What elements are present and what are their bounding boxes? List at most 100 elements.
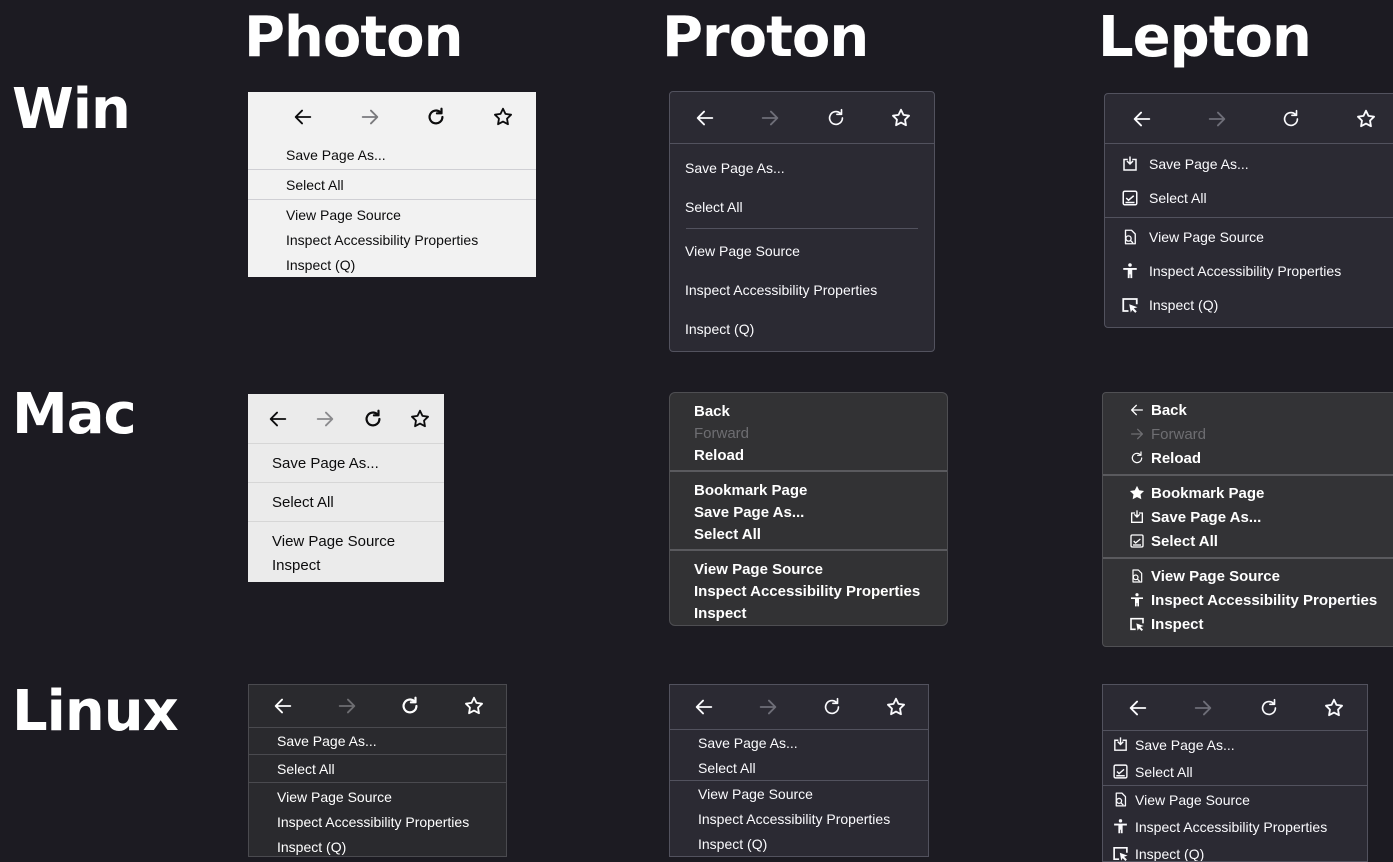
menu-item-save-page[interactable]: Save Page As... <box>1103 731 1367 758</box>
menu-item-inspect[interactable]: Inspect (Q) <box>248 252 536 277</box>
menu-item-inspect-accessibility[interactable]: Inspect Accessibility Properties <box>1105 254 1393 288</box>
forward-arrow-icon <box>1192 697 1214 719</box>
reload-button[interactable] <box>403 97 470 137</box>
reload-button[interactable] <box>379 687 443 725</box>
proton-linux-menu: Save Page As... Select All View Page Sou… <box>669 684 929 857</box>
menu-item-view-source[interactable]: View Page Source <box>670 231 934 270</box>
menu-group-page: Bookmark Page Save Page As... Select All <box>670 472 947 549</box>
menu-item-select-all[interactable]: Select All <box>249 756 506 781</box>
bookmark-button[interactable] <box>442 687 506 725</box>
menu-item-inspect[interactable]: Inspect (Q) <box>249 834 506 856</box>
menu-item-view-source[interactable]: View Page Source <box>670 558 947 580</box>
select-all-icon <box>1121 189 1139 207</box>
menu-item-view-source[interactable]: View Page Source <box>248 529 444 553</box>
reload-button[interactable] <box>803 98 869 138</box>
nav-bar <box>1103 685 1367 731</box>
menu-item-label: View Page Source <box>1151 567 1280 585</box>
menu-item-view-source[interactable]: View Page Source <box>248 202 536 227</box>
reload-icon <box>1258 697 1280 719</box>
menu-item-select-all[interactable]: Select All <box>1103 529 1393 553</box>
reload-icon <box>362 408 384 430</box>
menu-separator <box>248 169 536 170</box>
bookmark-button[interactable] <box>470 97 537 137</box>
menu-item-inspect[interactable]: Inspect (Q) <box>1105 288 1393 322</box>
menu-item-select-all[interactable]: Select All <box>670 755 928 780</box>
menu-item-save-page[interactable]: Save Page As... <box>670 148 934 187</box>
bookmark-button[interactable] <box>397 399 445 439</box>
menu-item-inspect-accessibility[interactable]: Inspect Accessibility Properties <box>670 580 947 602</box>
menu-item-inspect[interactable]: Inspect <box>1103 612 1393 636</box>
menu-item-reload[interactable]: Reload <box>670 444 947 466</box>
menu-item-forward: Forward <box>694 424 750 442</box>
menu-item-view-source[interactable]: View Page Source <box>249 784 506 809</box>
menu-item-back[interactable]: Back <box>670 400 947 422</box>
menu-item-save-page[interactable]: Save Page As... <box>249 728 506 753</box>
back-button[interactable] <box>270 97 337 137</box>
bookmark-button[interactable] <box>869 98 935 138</box>
menu-item-inspect[interactable]: Inspect (Q) <box>670 831 928 856</box>
forward-button[interactable] <box>302 399 350 439</box>
menu-item-bookmark[interactable]: Bookmark Page <box>670 479 947 501</box>
menu-item-save-page[interactable]: Save Page As... <box>248 451 444 475</box>
bookmark-button[interactable] <box>1329 99 1393 139</box>
menu-item-select-all[interactable]: Select All <box>670 523 947 545</box>
menu-item-inspect-accessibility[interactable]: Inspect Accessibility Properties <box>248 227 536 252</box>
menu-separator <box>248 521 444 522</box>
reload-button[interactable] <box>349 399 397 439</box>
reload-button[interactable] <box>1254 99 1329 139</box>
forward-button[interactable] <box>1171 689 1237 727</box>
menu-item-save-page[interactable]: Save Page As... <box>1105 147 1393 181</box>
menu-item-select-all[interactable]: Select All <box>670 187 934 226</box>
menu-item-inspect-accessibility[interactable]: Inspect Accessibility Properties <box>249 809 506 834</box>
forward-arrow-icon <box>314 408 336 430</box>
menu-item-label: Bookmark Page <box>1151 484 1265 502</box>
menu-item-reload[interactable]: Reload <box>1103 446 1393 470</box>
menu-item-inspect[interactable]: Inspect (Q) <box>670 309 934 348</box>
menu-item-view-source[interactable]: View Page Source <box>1103 786 1367 813</box>
menu-item-inspect-accessibility[interactable]: Inspect Accessibility Properties <box>670 270 934 309</box>
back-button[interactable] <box>251 687 315 725</box>
menu-item-view-source[interactable]: View Page Source <box>670 781 928 806</box>
menu-item-inspect-accessibility[interactable]: Inspect Accessibility Properties <box>1103 813 1367 840</box>
menu-item-inspect-accessibility[interactable]: Inspect Accessibility Properties <box>1103 588 1393 612</box>
inspect-icon <box>1121 296 1139 314</box>
menu-item-save-page[interactable]: Save Page As... <box>1103 505 1393 529</box>
menu-item-inspect[interactable]: Inspect (Q) <box>1103 840 1367 862</box>
forward-button[interactable] <box>337 97 404 137</box>
menu-item-back[interactable]: Back <box>1103 398 1393 422</box>
reload-icon <box>825 107 847 129</box>
forward-button[interactable] <box>1180 99 1255 139</box>
back-button[interactable] <box>672 98 738 138</box>
menu-item-select-all[interactable]: Select All <box>1105 181 1393 215</box>
menu-item-select-all[interactable]: Select All <box>248 172 536 197</box>
menu-item-view-source[interactable]: View Page Source <box>1105 220 1393 254</box>
menu-item-forward: Forward <box>1103 422 1393 446</box>
forward-button[interactable] <box>738 98 804 138</box>
reload-button[interactable] <box>800 688 864 726</box>
menu-separator <box>1105 217 1393 218</box>
menu-item-label: Reload <box>1151 449 1202 467</box>
star-icon <box>492 106 514 128</box>
forward-button[interactable] <box>315 687 379 725</box>
menu-item-save-page[interactable]: Save Page As... <box>670 501 947 523</box>
menu-item-view-source[interactable]: View Page Source <box>1103 564 1393 588</box>
back-button[interactable] <box>1105 689 1171 727</box>
menu-item-save-page[interactable]: Save Page As... <box>248 142 536 167</box>
bookmark-button[interactable] <box>1302 689 1368 727</box>
back-button[interactable] <box>254 399 302 439</box>
menu-item-label: Inspect (Q) <box>1135 845 1205 862</box>
menu-item-inspect-accessibility[interactable]: Inspect Accessibility Properties <box>670 806 928 831</box>
forward-button[interactable] <box>736 688 800 726</box>
menu-item-save-page[interactable]: Save Page As... <box>670 730 928 755</box>
menu-item-select-all[interactable]: Select All <box>248 490 444 514</box>
menu-item-inspect[interactable]: Inspect <box>670 602 947 624</box>
menu-item-bookmark[interactable]: Bookmark Page <box>1103 481 1393 505</box>
back-arrow-icon <box>272 695 294 717</box>
bookmark-button[interactable] <box>864 688 928 726</box>
reload-button[interactable] <box>1236 689 1302 727</box>
back-button[interactable] <box>1105 99 1180 139</box>
photon-win-menu: Save Page As... Select All View Page Sou… <box>248 92 536 277</box>
back-button[interactable] <box>672 688 736 726</box>
menu-item-inspect[interactable]: Inspect <box>248 553 444 577</box>
menu-item-select-all[interactable]: Select All <box>1103 758 1367 785</box>
